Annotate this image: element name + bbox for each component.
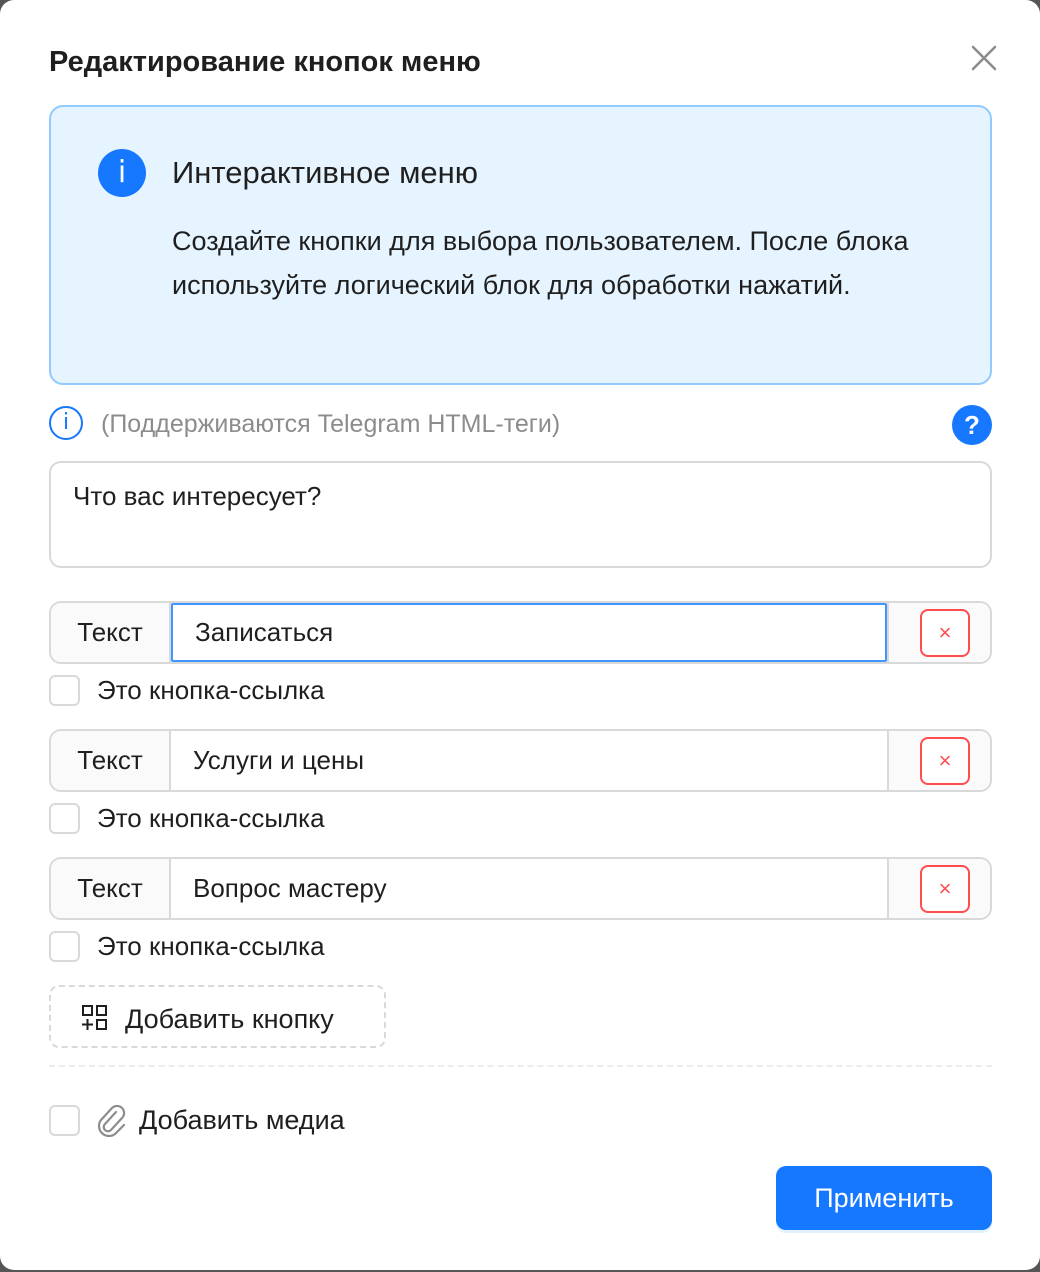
menu-button-row: Текст × (49, 601, 992, 664)
dialog-title: Редактирование кнопок меню (49, 46, 481, 78)
message-text-input[interactable]: Что вас интересует? (49, 461, 992, 568)
add-button-label: Добавить кнопку (125, 1004, 334, 1034)
close-icon (971, 45, 997, 71)
close-button[interactable] (966, 40, 1002, 76)
delete-addon: × (887, 603, 990, 662)
link-button-label: Это кнопка-ссылка (97, 931, 325, 961)
text-addon: Текст (51, 859, 171, 918)
link-button-checkbox[interactable] (49, 803, 80, 834)
add-grid-icon (82, 1005, 107, 1030)
info-alert: i Интерактивное меню Создайте кнопки для… (49, 105, 992, 385)
close-icon: × (938, 876, 952, 901)
html-tags-hint-text: (Поддерживаются Telegram HTML-теги) (101, 410, 561, 438)
button-text-input[interactable] (171, 731, 887, 790)
button-text-input[interactable] (171, 603, 887, 662)
add-media-label: Добавить медиа (139, 1105, 345, 1135)
info-icon: i (98, 149, 146, 197)
link-button-checkbox[interactable] (49, 675, 80, 706)
menu-button-row: Текст × (49, 729, 992, 792)
html-tags-hint: i (Поддерживаются Telegram HTML-теги) ? (49, 404, 992, 446)
delete-button[interactable]: × (920, 609, 970, 657)
help-button[interactable]: ? (952, 405, 992, 445)
info-outline-icon: i (49, 406, 83, 440)
delete-addon: × (887, 731, 990, 790)
divider (49, 1065, 992, 1067)
edit-menu-buttons-dialog: Редактирование кнопок меню i Интерактивн… (0, 0, 1040, 1270)
add-media-row[interactable]: Добавить медиа (49, 1103, 449, 1139)
paperclip-icon (97, 1104, 126, 1137)
link-button-label: Это кнопка-ссылка (97, 803, 325, 833)
info-alert-description: Создайте кнопки для выбора пользователем… (172, 226, 909, 300)
add-media-checkbox[interactable] (49, 1105, 80, 1136)
add-button-button[interactable]: Добавить кнопку (49, 985, 386, 1048)
delete-addon: × (887, 859, 990, 918)
close-icon: × (938, 748, 952, 773)
button-text-input[interactable] (171, 859, 887, 918)
text-addon: Текст (51, 731, 171, 790)
delete-button[interactable]: × (920, 737, 970, 785)
close-icon: × (938, 620, 952, 645)
delete-button[interactable]: × (920, 865, 970, 913)
link-button-checkbox[interactable] (49, 931, 80, 962)
menu-button-row: Текст × (49, 857, 992, 920)
text-addon: Текст (51, 603, 171, 662)
apply-button[interactable]: Применить (776, 1166, 992, 1230)
info-alert-title: Интерактивное меню (172, 155, 479, 190)
link-button-label: Это кнопка-ссылка (97, 675, 325, 705)
